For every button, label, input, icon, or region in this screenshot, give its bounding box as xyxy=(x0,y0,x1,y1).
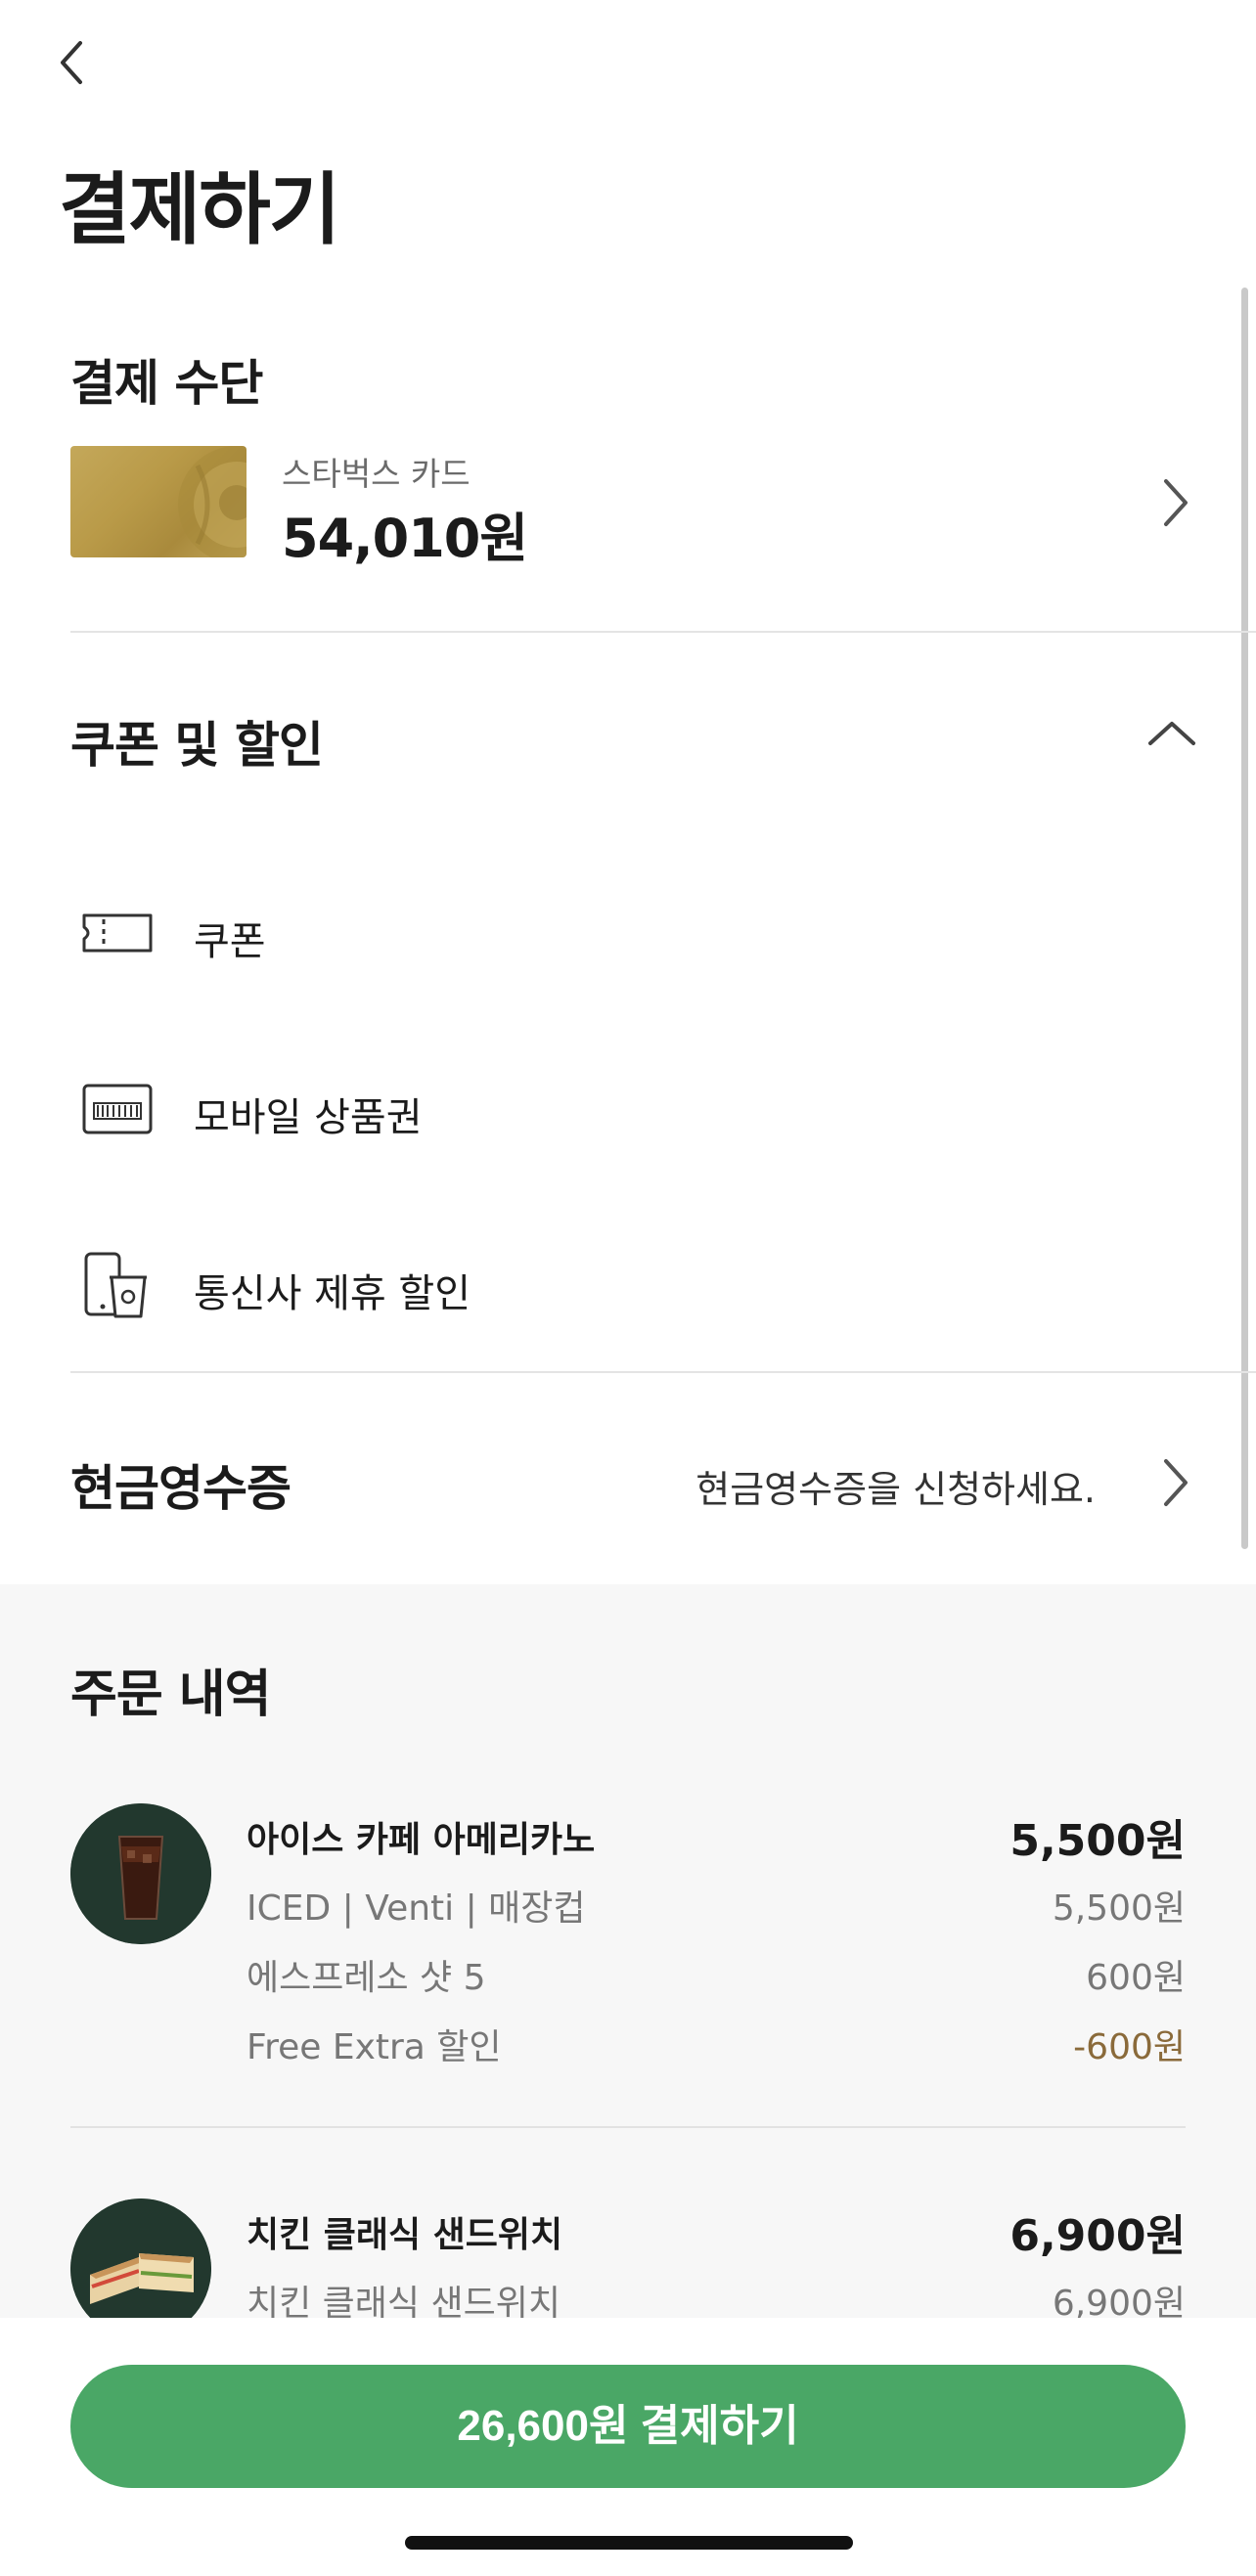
coupon-icon xyxy=(80,896,155,970)
cash-receipt-title: 현금영수증 xyxy=(70,1460,292,1517)
order-item-name: 치킨 클래식 샌드위치 xyxy=(247,2215,563,2255)
order-option-label: Free Extra 할인 xyxy=(247,2027,502,2067)
order-item-price: 6,900원 xyxy=(1009,2211,1186,2261)
page-title: 결제하기 xyxy=(59,164,340,255)
chevron-right-icon[interactable] xyxy=(1154,1453,1193,1512)
divider xyxy=(70,1371,1256,1373)
discount-item-carrier[interactable]: 통신사 제휴 할인 xyxy=(70,1238,1186,1326)
order-item: 아이스 카페 아메리카노 5,500원 ICED | Venti | 매장컵 5… xyxy=(70,1799,1186,2093)
chevron-up-icon[interactable] xyxy=(1143,714,1201,753)
siren-logo-icon xyxy=(178,446,247,557)
order-option-label: 에스프레소 샷 5 xyxy=(247,1958,486,1998)
back-button[interactable] xyxy=(51,35,94,90)
cash-receipt-hint: 현금영수증을 신청하세요. xyxy=(695,1468,1096,1511)
scrollbar[interactable] xyxy=(1241,288,1248,1549)
order-title: 주문 내역 xyxy=(70,1666,271,1724)
pay-button[interactable]: 26,600원 결제하기 xyxy=(70,2365,1186,2488)
order-option-price: 600원 xyxy=(1086,1958,1186,1998)
order-item-price: 5,500원 xyxy=(1009,1816,1186,1866)
discounts-title: 쿠폰 및 할인 xyxy=(70,717,324,774)
divider xyxy=(70,631,1256,633)
order-discount-price: -600원 xyxy=(1073,2027,1186,2067)
checkout-screen: 결제하기 결제 수단 스타벅스 카드 54,010원 쿠폰 및 할인 쿠폰 모바… xyxy=(0,0,1256,2576)
order-option-label: ICED | Venti | 매장컵 xyxy=(247,1888,586,1929)
cash-receipt-row[interactable]: 현금영수증 현금영수증을 신청하세요. xyxy=(70,1438,1188,1526)
payment-method-title: 결제 수단 xyxy=(70,355,263,412)
americano-image xyxy=(70,1803,211,1944)
order-divider xyxy=(70,2126,1186,2128)
discount-item-coupon[interactable]: 쿠폰 xyxy=(70,886,1186,974)
home-indicator xyxy=(405,2536,853,2550)
discount-item-mobile-voucher[interactable]: 모바일 상품권 xyxy=(70,1062,1186,1150)
discount-label: 통신사 제휴 할인 xyxy=(194,1271,471,1316)
discount-label: 쿠폰 xyxy=(194,919,266,964)
order-option-price: 5,500원 xyxy=(1052,1888,1186,1929)
discount-label: 모바일 상품권 xyxy=(194,1095,423,1140)
card-name: 스타벅스 카드 xyxy=(282,455,471,493)
card-balance: 54,010원 xyxy=(282,508,528,569)
chevron-right-icon[interactable] xyxy=(1154,473,1193,532)
mobile-voucher-icon xyxy=(80,1072,155,1146)
chevron-left-icon xyxy=(61,41,82,84)
starbucks-card-image xyxy=(70,446,247,557)
carrier-discount-icon xyxy=(80,1248,155,1322)
order-item-name: 아이스 카페 아메리카노 xyxy=(247,1820,596,1860)
